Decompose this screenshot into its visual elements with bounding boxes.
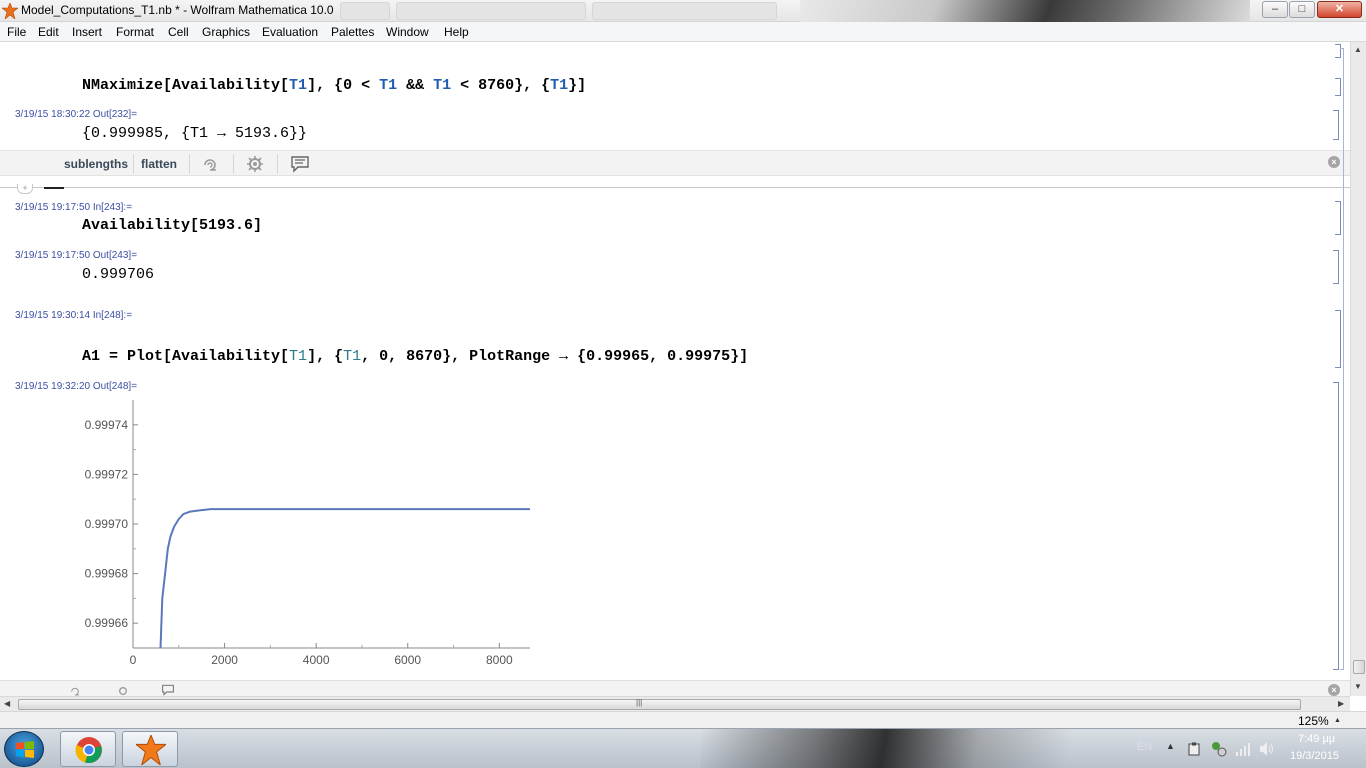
signal-bars-icon[interactable] (1235, 741, 1251, 757)
desktop-background (800, 0, 1250, 22)
network-tray-icon[interactable] (1211, 741, 1227, 757)
desktop-background (700, 729, 1160, 768)
y-tick-label: 0.99972 (85, 467, 129, 481)
zoom-dropdown-icon[interactable]: ▲ (1334, 717, 1341, 724)
menu-bar: File Edit Insert Format Cell Graphics Ev… (0, 22, 1366, 42)
input-cell-plot[interactable]: A1 = Plot[Availability[T1], {T1, 0, 8670… (82, 348, 748, 365)
plot-graphic[interactable]: 0 2000 4000 6000 8000 0.99966 0.99968 0.99970 0.… (60, 392, 540, 672)
add-cell-button[interactable]: + (17, 184, 33, 194)
close-suggestions-icon[interactable]: × (1328, 684, 1340, 696)
screen: Model_Computations_T1.nb * - Wolfram Mat… (0, 0, 1366, 768)
taskbar-chrome[interactable] (60, 731, 116, 767)
gear-icon[interactable] (116, 685, 130, 696)
scroll-down-icon[interactable]: ▼ (1354, 682, 1362, 691)
in-label: 3/19/15 19:17:50 In[243]:= (15, 202, 133, 213)
suggestions-bar-partial: × (0, 680, 1350, 696)
notebook[interactable]: NMaximize[Availability[T1], {0 < T1 && T… (0, 42, 1350, 696)
y-tick-label: 0.99974 (85, 418, 129, 432)
menu-edit[interactable]: Edit (38, 25, 59, 39)
y-tick-label: 0.99966 (85, 616, 129, 630)
availability-curve (159, 508, 530, 649)
mathematica-logo-icon (2, 3, 18, 19)
swirl-icon[interactable] (68, 685, 82, 696)
input-cell-nmaximize[interactable]: NMaximize[Availability[T1], {0 < T1 && T… (82, 77, 586, 94)
suggestions-bar: sublengths flatten × (0, 150, 1350, 176)
menu-graphics[interactable]: Graphics (202, 25, 250, 39)
suggestion-sublengths[interactable]: sublengths (64, 157, 128, 171)
comment-icon[interactable] (160, 684, 176, 696)
volume-icon[interactable] (1259, 741, 1275, 757)
x-tick-label: 8000 (486, 653, 513, 667)
horizontal-scrollbar[interactable]: ◀ ||| ▶ (0, 696, 1350, 711)
separator (133, 154, 134, 174)
menu-help[interactable]: Help (444, 25, 469, 39)
in-label: 3/19/15 19:30:14 In[248]:= (15, 310, 133, 321)
output-cell[interactable]: 0.999706 (82, 266, 154, 283)
menu-cell[interactable]: Cell (168, 25, 189, 39)
close-button[interactable]: ✕ (1317, 1, 1362, 18)
out-label: 3/19/15 18:30:22 Out[232]= (15, 109, 138, 120)
cell-insertion-line (0, 187, 1350, 188)
show-hidden-icons-icon[interactable]: ▲ (1166, 741, 1175, 751)
menu-palettes[interactable]: Palettes (331, 25, 374, 39)
x-tick-label: 0 (130, 653, 137, 667)
minimize-button[interactable]: – (1262, 1, 1288, 18)
menu-window[interactable]: Window (386, 25, 429, 39)
x-tick-label: 4000 (303, 653, 330, 667)
clipboard-icon[interactable] (1187, 742, 1201, 756)
close-suggestions-icon[interactable]: × (1328, 156, 1340, 168)
out-label: 3/19/15 19:32:20 Out[248]= (15, 381, 138, 392)
title-bar[interactable]: Model_Computations_T1.nb * - Wolfram Mat… (0, 0, 1366, 22)
restore-button[interactable]: □ (1289, 1, 1315, 18)
gear-icon[interactable] (246, 155, 264, 173)
cell-bracket[interactable] (1333, 110, 1339, 140)
scroll-up-icon[interactable]: ▲ (1354, 45, 1362, 54)
scroll-grip-icon: ||| (636, 698, 643, 707)
taskbar-mathematica[interactable] (122, 731, 178, 767)
menu-evaluation[interactable]: Evaluation (262, 25, 318, 39)
x-tick-label: 6000 (394, 653, 421, 667)
cell-bracket[interactable] (1333, 250, 1339, 284)
output-cell[interactable]: {0.999985, {T1 → 5193.6}} (82, 125, 307, 142)
scroll-thumb[interactable] (18, 699, 1301, 710)
scroll-thumb[interactable] (1353, 660, 1365, 674)
status-bar: 125% ▲ (0, 711, 1366, 728)
language-indicator[interactable]: EN (1137, 741, 1152, 753)
chrome-icon (75, 737, 102, 764)
vertical-scrollbar[interactable]: ▲ ▼ (1350, 42, 1366, 696)
clock-time[interactable]: 7:49 μμ (1298, 733, 1335, 745)
x-tick-label: 2000 (211, 653, 238, 667)
background-window-ghost (396, 2, 586, 20)
scroll-right-icon[interactable]: ▶ (1338, 699, 1344, 708)
window-title: Model_Computations_T1.nb * - Wolfram Mat… (21, 3, 334, 17)
y-tick-label: 0.99970 (85, 517, 129, 531)
taskbar: EN ▲ 7:49 μμ 19/3/2015 (0, 728, 1366, 768)
menu-format[interactable]: Format (116, 25, 154, 39)
separator (277, 154, 278, 174)
insertion-point-marker (44, 187, 64, 189)
separator (189, 154, 190, 174)
menu-file[interactable]: File (7, 25, 26, 39)
cell-bracket[interactable] (1333, 382, 1339, 670)
mathematica-logo-icon (136, 735, 166, 765)
background-window-ghost (340, 2, 390, 20)
windows-logo-icon (16, 741, 34, 758)
zoom-level[interactable]: 125% (1298, 714, 1329, 728)
start-button[interactable] (4, 731, 44, 767)
out-label: 3/19/15 19:17:50 Out[243]= (15, 250, 138, 261)
menu-insert[interactable]: Insert (72, 25, 102, 39)
clock-date[interactable]: 19/3/2015 (1290, 750, 1339, 762)
suggestion-flatten[interactable]: flatten (141, 157, 177, 171)
input-cell-availability[interactable]: Availability[5193.6] (82, 217, 262, 234)
y-tick-label: 0.99968 (85, 567, 129, 581)
scroll-left-icon[interactable]: ◀ (4, 699, 10, 708)
group-bracket[interactable] (1340, 48, 1344, 670)
comment-icon[interactable] (291, 155, 309, 173)
background-window-ghost (592, 2, 777, 20)
separator (233, 154, 234, 174)
swirl-icon[interactable] (201, 155, 219, 173)
